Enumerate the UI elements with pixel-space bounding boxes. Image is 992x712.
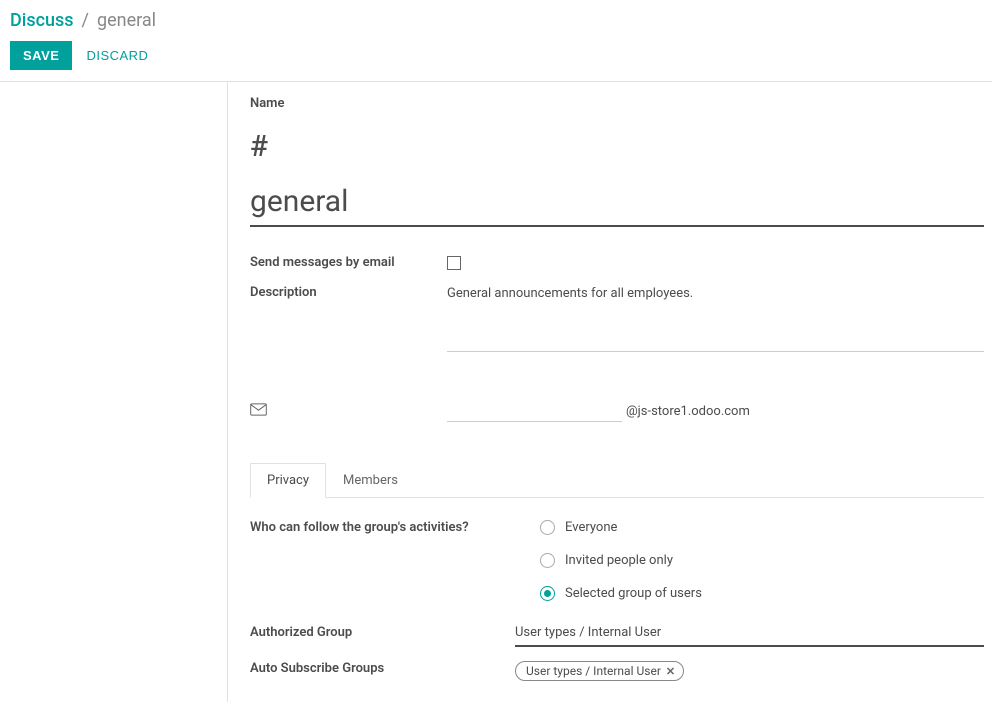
- email-domain: @js-store1.odoo.com: [626, 404, 750, 419]
- radio-circle-icon: [540, 553, 555, 568]
- tag-label: User types / Internal User: [526, 664, 661, 678]
- radio-label: Selected group of users: [565, 586, 702, 601]
- tab-privacy[interactable]: Privacy: [250, 463, 326, 498]
- channel-hash: #: [250, 129, 984, 164]
- form-area: Name # Send messages by email Descriptio…: [228, 82, 992, 702]
- discard-button[interactable]: DISCARD: [86, 41, 148, 70]
- radio-invited[interactable]: Invited people only: [540, 553, 702, 568]
- breadcrumb-separator: /: [82, 10, 89, 31]
- description-label: Description: [250, 285, 317, 300]
- name-label: Name: [250, 96, 984, 111]
- breadcrumb-current: general: [97, 10, 156, 31]
- privacy-radio-group: Everyone Invited people only Selected gr…: [540, 520, 702, 601]
- breadcrumb: Discuss / general: [10, 10, 982, 31]
- breadcrumb-root[interactable]: Discuss: [10, 10, 74, 31]
- send-email-label: Send messages by email: [250, 255, 395, 270]
- tab-body-privacy: Who can follow the group's activities? E…: [250, 498, 984, 681]
- radio-circle-icon: [540, 520, 555, 535]
- tab-members[interactable]: Members: [326, 463, 415, 498]
- email-icon: [250, 403, 267, 416]
- radio-everyone[interactable]: Everyone: [540, 520, 702, 535]
- tabs: Privacy Members: [250, 462, 984, 498]
- name-input[interactable]: [250, 182, 984, 227]
- radio-label: Invited people only: [565, 553, 673, 568]
- auto-subscribe-tags[interactable]: User types / Internal User ✕: [515, 661, 984, 681]
- auto-subscribe-label: Auto Subscribe Groups: [250, 661, 384, 676]
- authorized-group-input[interactable]: [515, 625, 984, 647]
- follow-activities-label: Who can follow the group's activities?: [250, 520, 469, 535]
- send-email-checkbox[interactable]: [447, 256, 461, 270]
- authorized-group-label: Authorized Group: [250, 625, 352, 640]
- description-input[interactable]: [447, 285, 984, 352]
- tag-item[interactable]: User types / Internal User ✕: [515, 661, 684, 681]
- email-alias-input[interactable]: [447, 400, 622, 422]
- action-bar: SAVE DISCARD: [10, 41, 982, 81]
- radio-selected-group[interactable]: Selected group of users: [540, 586, 702, 601]
- tag-remove-icon[interactable]: ✕: [666, 665, 675, 678]
- save-button[interactable]: SAVE: [10, 41, 72, 70]
- sidebar: [0, 82, 228, 702]
- radio-circle-icon: [540, 586, 555, 601]
- radio-label: Everyone: [565, 520, 617, 535]
